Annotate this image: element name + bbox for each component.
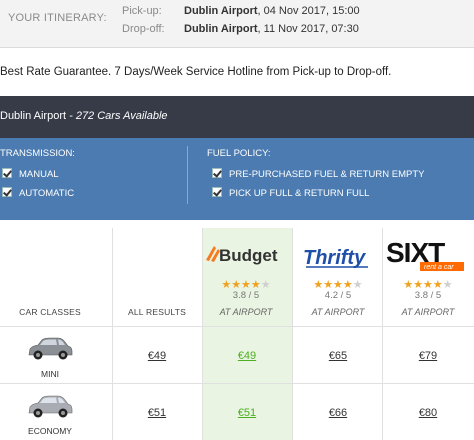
checkbox-icon[interactable] [2, 168, 12, 178]
economy-sixt-price[interactable]: €80 [384, 407, 472, 419]
sixt-location: AT AIRPORT [401, 307, 455, 317]
filter-manual-label: MANUAL [19, 169, 59, 180]
car-classes-header: CAR CLASSES [19, 307, 81, 317]
pickup-datetime: , 04 Nov 2017, 15:00 [257, 5, 360, 17]
economy-budget-price[interactable]: €51 [203, 407, 291, 419]
fuel-policy-title: FUEL POLICY: [207, 148, 271, 159]
pickup-location: Dublin Airport [184, 5, 258, 17]
mini-class-label: MINI [41, 369, 59, 379]
budget-location: AT AIRPORT [219, 307, 273, 317]
economy-thrifty-price[interactable]: €66 [294, 407, 382, 419]
transmission-title: TRANSMISSION: [0, 148, 75, 159]
header-divider [0, 326, 474, 327]
supplier-thrifty[interactable]: Thrifty ★★★★★ 4.2 / 5 AT AIRPORT [294, 228, 382, 326]
supplier-budget[interactable]: Budget ★★★★★ 3.8 / 5 AT AIRPORT [202, 228, 292, 326]
column-divider [382, 228, 383, 440]
location-summary: Dublin Airport - 272 Cars Available [0, 110, 168, 122]
mini-budget-price[interactable]: €49 [203, 350, 291, 362]
filter-panel: TRANSMISSION: MANUAL AUTOMATIC FUEL POLI… [0, 138, 474, 220]
filter-automatic-label: AUTOMATIC [19, 188, 75, 199]
thrifty-logo[interactable]: Thrifty [294, 234, 382, 274]
economy-class-label: ECONOMY [28, 426, 72, 436]
filter-full-to-full-label: PICK UP FULL & RETURN FULL [229, 188, 370, 199]
sixt-logo[interactable]: SIXT rent a car [384, 234, 472, 274]
all-results-header[interactable]: ALL RESULTS [112, 307, 202, 317]
mini-sixt-price[interactable]: €79 [384, 350, 472, 362]
dropoff-row: Drop-off: Dublin Airport, 11 Nov 2017, 07… [122, 23, 359, 35]
budget-logo[interactable]: Budget [202, 234, 290, 274]
dropoff-location: Dublin Airport [184, 23, 258, 35]
mini-thrifty-price[interactable]: €65 [294, 350, 382, 362]
dropoff-label: Drop-off: [122, 23, 165, 35]
checkbox-icon[interactable] [2, 187, 12, 197]
checkbox-icon[interactable] [212, 187, 222, 197]
filter-divider [187, 146, 188, 204]
thrifty-logo-text: Thrifty [303, 247, 366, 269]
pickup-label: Pick-up: [122, 5, 162, 17]
thrifty-location: AT AIRPORT [311, 307, 365, 317]
budget-rating: 3.8 / 5 [232, 290, 260, 301]
location-name: Dublin Airport [0, 110, 67, 122]
budget-logo-text: Budget [219, 246, 278, 265]
pickup-row: Pick-up: Dublin Airport, 04 Nov 2017, 15:… [122, 5, 360, 17]
mini-car-image[interactable] [26, 336, 74, 362]
row-divider [0, 383, 474, 384]
cars-available: - 272 Cars Available [66, 110, 168, 122]
supplier-sixt[interactable]: SIXT rent a car ★★★★★ 3.8 / 5 AT AIRPORT [384, 228, 472, 326]
economy-all-results-price[interactable]: €51 [113, 407, 201, 419]
rate-guarantee-text: Best Rate Guarantee. 7 Days/Week Service… [0, 66, 392, 78]
economy-car-image[interactable] [26, 394, 74, 420]
location-bar: Dublin Airport - 272 Cars Available [0, 96, 474, 138]
column-divider [292, 228, 293, 440]
checkbox-icon[interactable] [212, 168, 222, 178]
sixt-logo-sub: rent a car [424, 264, 454, 271]
itinerary-title: YOUR ITINERARY: [8, 12, 107, 24]
mini-all-results-price[interactable]: €49 [113, 350, 201, 362]
itinerary-panel: YOUR ITINERARY: Pick-up: Dublin Airport, … [0, 0, 474, 48]
thrifty-rating: 4.2 / 5 [324, 290, 352, 301]
dropoff-datetime: , 11 Nov 2017, 07:30 [257, 23, 359, 35]
sixt-rating: 3.8 / 5 [414, 290, 442, 301]
filter-prepurchased-fuel-label: PRE-PURCHASED FUEL & RETURN EMPTY [229, 169, 425, 180]
